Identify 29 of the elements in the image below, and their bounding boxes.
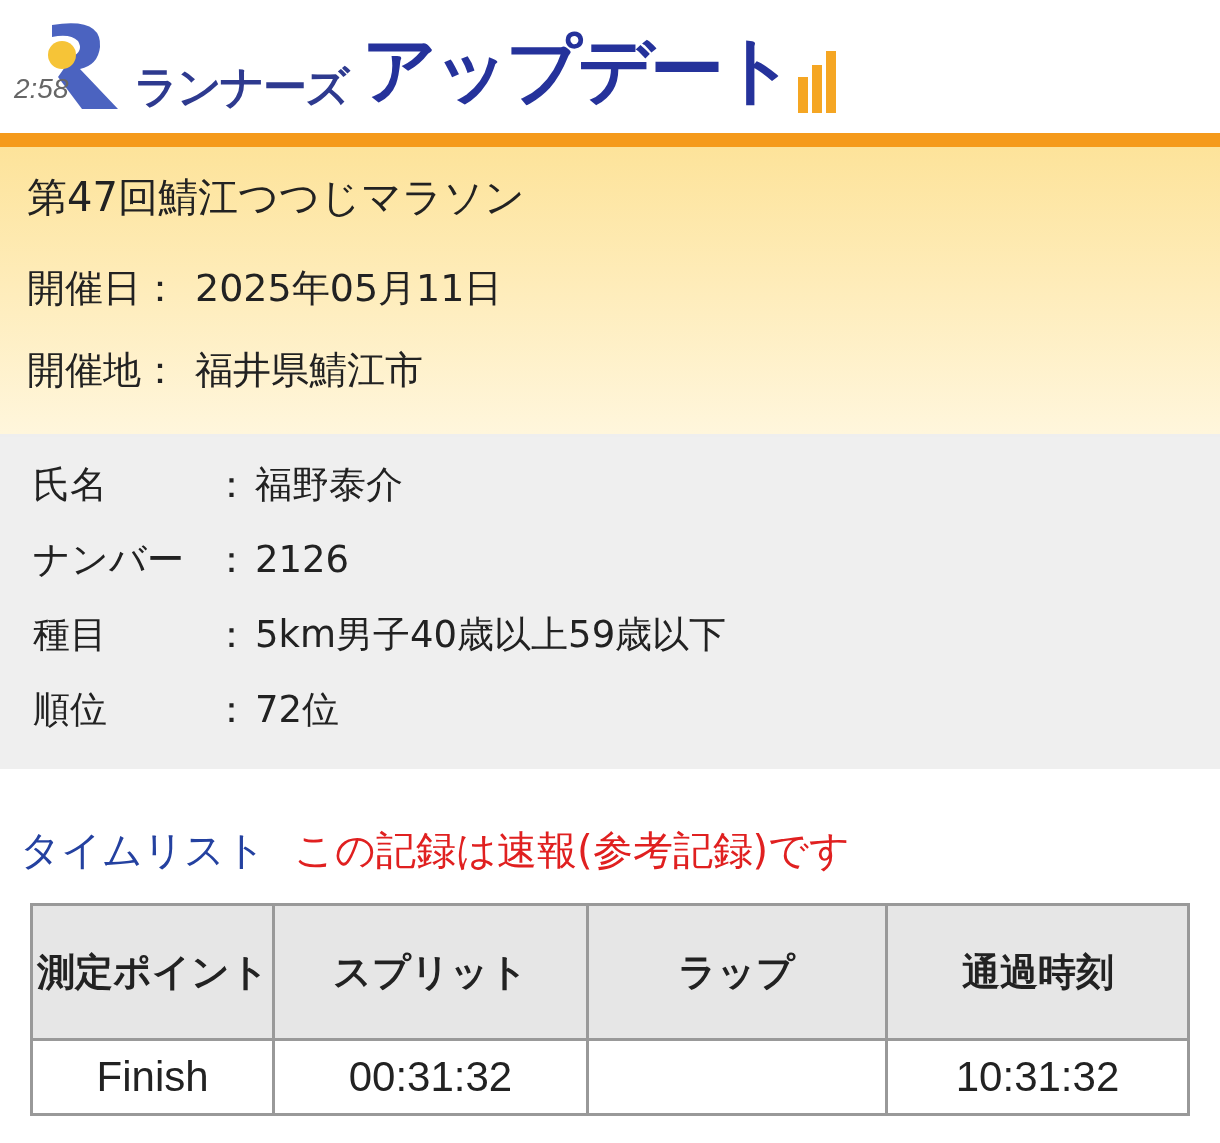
- logo-title: アップデート: [362, 25, 792, 114]
- colon: ：: [213, 536, 251, 583]
- field-value: 福井県鯖江市: [195, 346, 423, 394]
- column-header: ラップ: [587, 904, 887, 1040]
- field-label: 開催地：: [27, 346, 180, 394]
- field-label: 順位: [33, 686, 108, 733]
- section-heading: タイムリスト: [20, 825, 266, 875]
- table-cell: 00:31:32: [273, 1039, 588, 1115]
- colon: ：: [213, 461, 251, 508]
- field-label: 氏名: [33, 461, 108, 508]
- field-label: 開催日：: [27, 264, 180, 312]
- field-value: 2126: [255, 538, 350, 581]
- colon: ：: [213, 611, 251, 658]
- table-cell: 10:31:32: [886, 1039, 1189, 1115]
- logo-text: ランナーズ: [134, 60, 348, 114]
- field-value: 5km男子40歳以上59歳以下: [255, 611, 727, 658]
- table-cell: Finish: [31, 1039, 274, 1115]
- notice-text: この記録は速報(参考記録)です: [294, 825, 851, 875]
- colon: ：: [213, 686, 251, 733]
- event-title: 第47回鯖江つつじマラソン: [27, 173, 526, 222]
- column-header: スプリット: [273, 904, 588, 1040]
- field-value: 福野泰介: [255, 461, 403, 508]
- logo-time-text: 2:58: [14, 72, 69, 105]
- field-value: 2025年05月11日: [195, 264, 503, 312]
- column-header: 測定ポイント: [31, 904, 274, 1040]
- field-value: 72位: [255, 686, 340, 733]
- field-label: ナンバー: [33, 536, 185, 583]
- column-header: 通過時刻: [886, 904, 1189, 1040]
- field-label: 種目: [33, 611, 108, 658]
